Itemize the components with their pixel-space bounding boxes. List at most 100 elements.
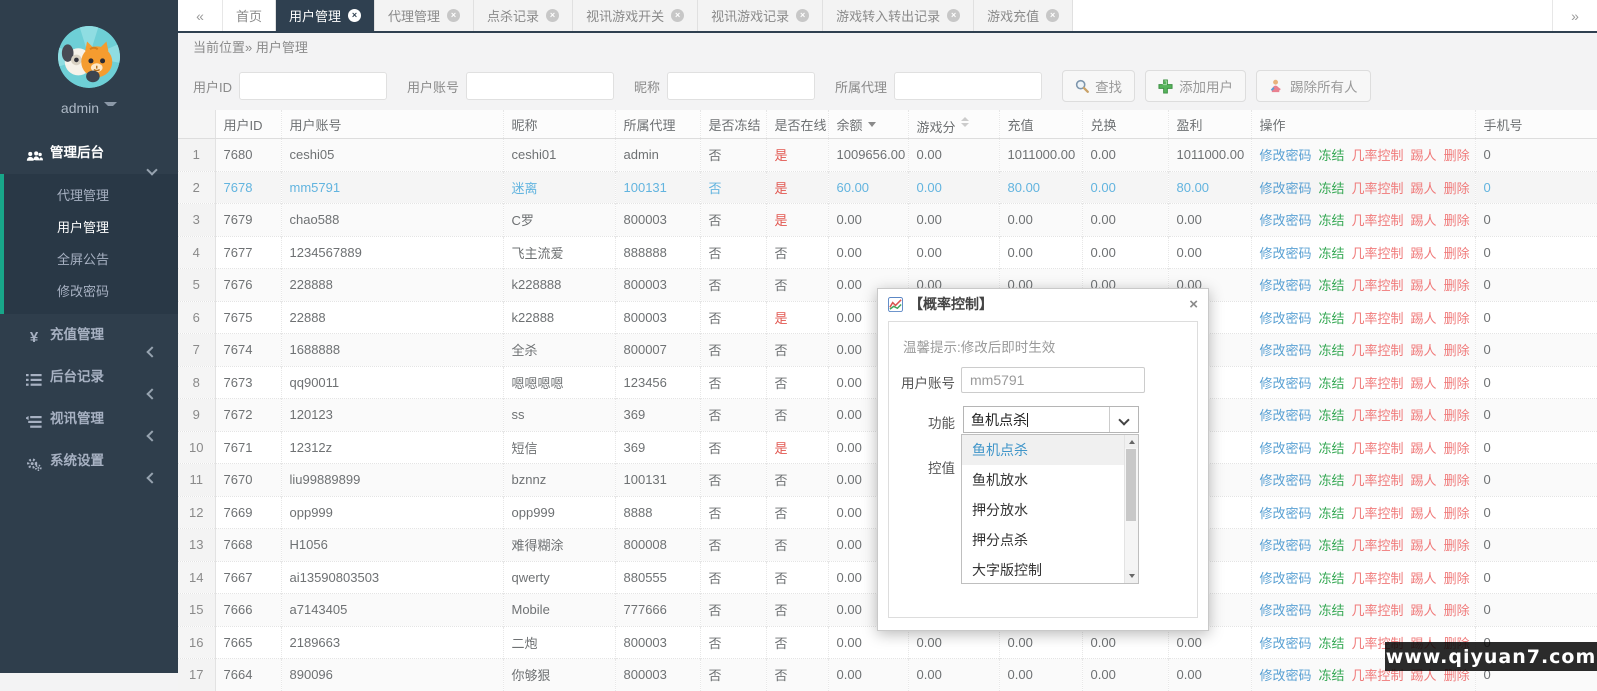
column-header[interactable]: 操作	[1251, 110, 1475, 139]
dialog-close-icon[interactable]: ×	[1189, 297, 1198, 312]
delete-link[interactable]: 删除	[1444, 538, 1470, 553]
probability-control-link[interactable]: 几率控制	[1352, 376, 1404, 391]
tab-close-icon[interactable]: ×	[546, 9, 559, 22]
delete-link[interactable]: 删除	[1444, 441, 1470, 456]
kick-link[interactable]: 踢人	[1411, 603, 1437, 618]
scrollbar-thumb[interactable]	[1126, 449, 1136, 521]
user-dropdown[interactable]: admin	[0, 100, 178, 116]
function-option[interactable]: 押分放水	[962, 495, 1138, 525]
probability-control-link[interactable]: 几率控制	[1352, 441, 1404, 456]
delete-link[interactable]: 删除	[1444, 311, 1470, 326]
freeze-link[interactable]: 冻结	[1319, 278, 1345, 293]
change-password-link[interactable]: 修改密码	[1260, 376, 1312, 391]
delete-link[interactable]: 删除	[1444, 473, 1470, 488]
change-password-link[interactable]: 修改密码	[1260, 311, 1312, 326]
function-combobox[interactable]: 鱼机点杀	[963, 406, 1139, 433]
change-password-link[interactable]: 修改密码	[1260, 473, 1312, 488]
kick-link[interactable]: 踢人	[1411, 148, 1437, 163]
change-password-link[interactable]: 修改密码	[1260, 278, 1312, 293]
tab[interactable]: 用户管理×	[276, 0, 375, 31]
column-header[interactable]: 是否冻结	[700, 110, 766, 139]
sidebar-item[interactable]: 管理后台	[0, 132, 178, 174]
toolbar-button[interactable]: 查找	[1062, 70, 1135, 102]
delete-link[interactable]: 删除	[1444, 603, 1470, 618]
kick-link[interactable]: 踢人	[1411, 506, 1437, 521]
change-password-link[interactable]: 修改密码	[1260, 213, 1312, 228]
sidebar-submenu-item[interactable]: 全屏公告	[4, 244, 178, 276]
freeze-link[interactable]: 冻结	[1319, 571, 1345, 586]
probability-control-link[interactable]: 几率控制	[1352, 571, 1404, 586]
tab[interactable]: 视讯游戏记录×	[698, 0, 823, 31]
freeze-link[interactable]: 冻结	[1319, 636, 1345, 651]
freeze-link[interactable]: 冻结	[1319, 213, 1345, 228]
scroll-down-button[interactable]	[1125, 570, 1138, 583]
probability-control-link[interactable]: 几率控制	[1352, 408, 1404, 423]
change-password-link[interactable]: 修改密码	[1260, 506, 1312, 521]
tab-close-icon[interactable]: ×	[348, 9, 361, 22]
table-row[interactable]: 27678mm5791迷离100131否是60.000.0080.000.008…	[178, 171, 1597, 204]
kick-link[interactable]: 踢人	[1411, 181, 1437, 196]
sidebar-item[interactable]: 视讯管理	[0, 398, 178, 440]
column-header[interactable]: 手机号	[1475, 110, 1597, 139]
probability-control-link[interactable]: 几率控制	[1352, 278, 1404, 293]
delete-link[interactable]: 删除	[1444, 181, 1470, 196]
tab-close-icon[interactable]: ×	[1046, 9, 1059, 22]
toolbar-button[interactable]: 添加用户	[1145, 70, 1246, 102]
tab[interactable]: 首页	[223, 0, 276, 31]
delete-link[interactable]: 删除	[1444, 343, 1470, 358]
tab-close-icon[interactable]: ×	[447, 9, 460, 22]
column-header[interactable]: 是否在线	[766, 110, 828, 139]
freeze-link[interactable]: 冻结	[1319, 441, 1345, 456]
delete-link[interactable]: 删除	[1444, 376, 1470, 391]
kick-link[interactable]: 踢人	[1411, 213, 1437, 228]
change-password-link[interactable]: 修改密码	[1260, 603, 1312, 618]
table-row[interactable]: 476771234567889飞主流爱888888否否0.000.000.000…	[178, 236, 1597, 269]
freeze-link[interactable]: 冻结	[1319, 311, 1345, 326]
change-password-link[interactable]: 修改密码	[1260, 181, 1312, 196]
change-password-link[interactable]: 修改密码	[1260, 343, 1312, 358]
change-password-link[interactable]: 修改密码	[1260, 571, 1312, 586]
tab-close-icon[interactable]: ×	[796, 9, 809, 22]
column-header[interactable]: 盈利	[1168, 110, 1251, 139]
column-header[interactable]: 兑换	[1082, 110, 1168, 139]
delete-link[interactable]: 删除	[1444, 571, 1470, 586]
freeze-link[interactable]: 冻结	[1319, 376, 1345, 391]
account-field[interactable]: mm5791	[961, 367, 1145, 393]
probability-control-link[interactable]: 几率控制	[1352, 473, 1404, 488]
column-header[interactable]: 所属代理	[615, 110, 700, 139]
kick-link[interactable]: 踢人	[1411, 376, 1437, 391]
probability-control-link[interactable]: 几率控制	[1352, 181, 1404, 196]
freeze-link[interactable]: 冻结	[1319, 246, 1345, 261]
kick-link[interactable]: 踢人	[1411, 441, 1437, 456]
probability-control-link[interactable]: 几率控制	[1352, 246, 1404, 261]
delete-link[interactable]: 删除	[1444, 278, 1470, 293]
delete-link[interactable]: 删除	[1444, 213, 1470, 228]
column-header[interactable]: 游戏分	[908, 110, 999, 139]
kick-link[interactable]: 踢人	[1411, 246, 1437, 261]
sidebar-item[interactable]: ¥充值管理	[0, 314, 178, 356]
function-option[interactable]: 押分点杀	[962, 525, 1138, 555]
tab-close-icon[interactable]: ×	[671, 9, 684, 22]
change-password-link[interactable]: 修改密码	[1260, 636, 1312, 651]
tab[interactable]: 游戏充值×	[974, 0, 1073, 31]
kick-link[interactable]: 踢人	[1411, 571, 1437, 586]
function-option[interactable]: 鱼机点杀	[962, 435, 1138, 465]
kick-link[interactable]: 踢人	[1411, 311, 1437, 326]
delete-link[interactable]: 删除	[1444, 408, 1470, 423]
combobox-dropdown-button[interactable]	[1109, 407, 1138, 432]
filter-input-用户ID[interactable]	[239, 72, 387, 100]
filter-input-昵称[interactable]	[667, 72, 815, 100]
change-password-link[interactable]: 修改密码	[1260, 538, 1312, 553]
kick-link[interactable]: 踢人	[1411, 278, 1437, 293]
function-option[interactable]: 鱼机放水	[962, 465, 1138, 495]
probability-control-link[interactable]: 几率控制	[1352, 311, 1404, 326]
freeze-link[interactable]: 冻结	[1319, 343, 1345, 358]
scroll-up-button[interactable]	[1125, 435, 1138, 448]
change-password-link[interactable]: 修改密码	[1260, 148, 1312, 163]
freeze-link[interactable]: 冻结	[1319, 181, 1345, 196]
sidebar-item[interactable]: 系统设置	[0, 440, 178, 482]
column-header[interactable]: 充值	[999, 110, 1082, 139]
toolbar-button[interactable]: 踢除所有人	[1256, 70, 1371, 102]
tabs-scroll-right-button[interactable]: »	[1552, 0, 1597, 31]
tabs-scroll-left-button[interactable]: «	[178, 0, 223, 31]
